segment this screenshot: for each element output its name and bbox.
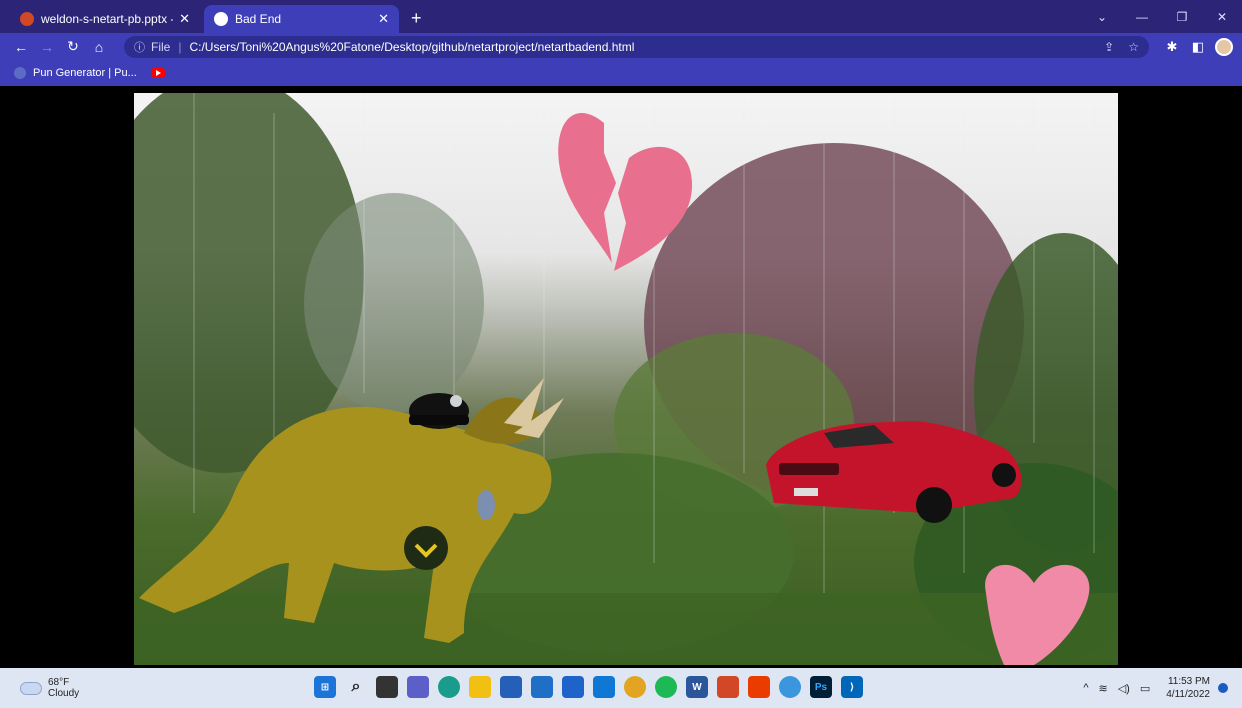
profile-avatar[interactable] bbox=[1215, 37, 1233, 56]
volume-icon[interactable]: ◁) bbox=[1118, 682, 1130, 695]
powerpoint-icon bbox=[20, 12, 34, 26]
side-panel-icon[interactable]: ◧ bbox=[1185, 39, 1211, 55]
browser-toolbar: ← → ↻ ⌂ ⓘ File | C:/Users/Toni%20Angus%2… bbox=[0, 33, 1242, 60]
chevron-up-icon[interactable]: ^ bbox=[1083, 682, 1088, 694]
bookmark-pun-generator[interactable]: Pun Generator | Pu... bbox=[14, 67, 137, 79]
cloud-icon bbox=[20, 681, 42, 695]
globe-icon bbox=[214, 12, 228, 26]
bookmarks-bar: Pun Generator | Pu... bbox=[0, 60, 1242, 86]
home-icon[interactable]: ⌂ bbox=[86, 39, 112, 55]
tab-pptx[interactable]: weldon-s-netart-pb.pptx - Micro ✕ bbox=[10, 5, 200, 33]
close-window-icon[interactable]: ✕ bbox=[1202, 10, 1242, 24]
reload-icon[interactable]: ↻ bbox=[60, 38, 86, 55]
tab-bad-end[interactable]: Bad End ✕ bbox=[204, 5, 399, 33]
tab-title: weldon-s-netart-pb.pptx - Micro bbox=[41, 12, 173, 26]
mail-icon[interactable] bbox=[531, 676, 553, 698]
bookmark-star-icon[interactable]: ☆ bbox=[1128, 40, 1139, 54]
bookmark-favicon bbox=[14, 67, 26, 79]
browser-titlebar: weldon-s-netart-pb.pptx - Micro ✕ Bad En… bbox=[0, 0, 1242, 33]
battery-icon[interactable]: ▭ bbox=[1140, 682, 1150, 695]
store-icon[interactable] bbox=[500, 676, 522, 698]
url-text[interactable]: C:/Users/Toni%20Angus%20Fatone/Desktop/g… bbox=[189, 40, 1090, 54]
forward-icon[interactable]: → bbox=[34, 39, 60, 55]
edge-icon[interactable] bbox=[438, 676, 460, 698]
back-icon[interactable]: ← bbox=[8, 39, 34, 55]
clock-date: 4/11/2022 bbox=[1166, 689, 1210, 700]
clock-time: 11:53 PM bbox=[1167, 676, 1210, 687]
scene-artwork bbox=[134, 93, 1118, 665]
info-icon[interactable]: ⓘ bbox=[134, 39, 145, 55]
bookmark-youtube[interactable] bbox=[150, 68, 165, 78]
maximize-icon[interactable]: ❐ bbox=[1162, 10, 1202, 24]
close-tab-icon[interactable]: ✕ bbox=[378, 11, 389, 27]
weather-temp: 68°F bbox=[48, 677, 70, 688]
search-icon[interactable]: ⌕ bbox=[345, 676, 367, 698]
tab-search-icon[interactable]: ⌄ bbox=[1082, 10, 1122, 24]
new-tab-button[interactable]: + bbox=[411, 8, 422, 29]
file-explorer-icon[interactable] bbox=[469, 676, 491, 698]
word-icon[interactable]: W bbox=[686, 676, 708, 698]
weather-condition: Cloudy bbox=[48, 688, 80, 699]
windows-start-icon[interactable]: ⊞ bbox=[314, 676, 336, 698]
address-bar[interactable]: ⓘ File | C:/Users/Toni%20Angus%20Fatone/… bbox=[124, 35, 1149, 58]
youtube-icon bbox=[150, 68, 165, 78]
office-app-icon[interactable] bbox=[717, 676, 739, 698]
wifi-icon[interactable]: ≋ bbox=[1099, 682, 1108, 695]
spotify-icon[interactable] bbox=[655, 676, 677, 698]
window-controls: ⌄ — ❐ ✕ bbox=[1082, 0, 1242, 33]
scheme-label: File bbox=[151, 39, 171, 54]
weather-widget[interactable]: 68°F Cloudy bbox=[20, 677, 79, 699]
tab-title: Bad End bbox=[235, 12, 282, 26]
rainy-garden-background bbox=[134, 93, 1118, 665]
task-view-icon[interactable] bbox=[376, 676, 398, 698]
teams-chat-icon[interactable] bbox=[407, 676, 429, 698]
pinned-apps: ⊞ ⌕ W Ps ⟩ bbox=[314, 676, 872, 698]
page-viewport bbox=[0, 86, 1242, 668]
close-tab-icon[interactable]: ✕ bbox=[179, 11, 190, 27]
system-tray: ^ ≋ ◁) ▭ 11:53 PM 4/11/2022 bbox=[1083, 675, 1228, 701]
photoshop-icon[interactable]: Ps bbox=[810, 676, 832, 698]
clock[interactable]: 11:53 PM 4/11/2022 bbox=[1166, 675, 1210, 701]
photos-icon[interactable] bbox=[779, 676, 801, 698]
minimize-icon[interactable]: — bbox=[1122, 10, 1162, 24]
windows-taskbar: 68°F Cloudy ⊞ ⌕ W Ps ⟩ ^ ≋ ◁) ▭ 11:53 PM… bbox=[0, 668, 1242, 708]
calendar-icon[interactable] bbox=[562, 676, 584, 698]
vscode-icon[interactable]: ⟩ bbox=[841, 676, 863, 698]
separator: | bbox=[178, 39, 182, 54]
bookmark-label: Pun Generator | Pu... bbox=[33, 67, 137, 79]
notification-badge[interactable] bbox=[1218, 683, 1228, 693]
outlook-icon[interactable] bbox=[593, 676, 615, 698]
office-icon[interactable] bbox=[748, 676, 770, 698]
extensions-icon[interactable]: ✱ bbox=[1159, 39, 1185, 55]
chrome-icon[interactable] bbox=[624, 676, 646, 698]
share-icon[interactable]: ⇪ bbox=[1104, 40, 1114, 54]
